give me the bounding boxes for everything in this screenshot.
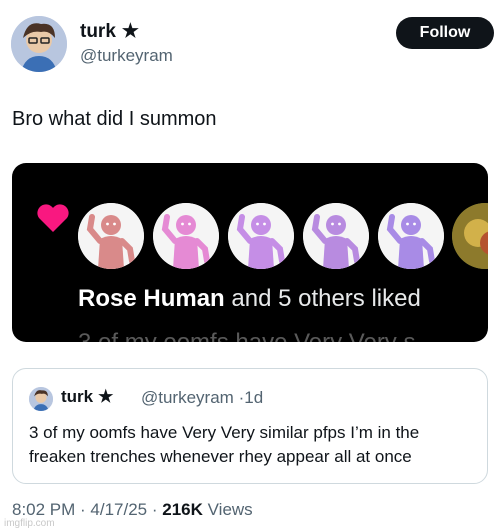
pfp-last-art — [452, 203, 488, 269]
quote-handle-time: @turkeyram ·1d — [141, 388, 263, 408]
author-name[interactable]: turk ★ — [80, 20, 139, 43]
liked-name: Rose Human — [78, 285, 225, 312]
tweet-time[interactable]: 8:02 PM — [12, 500, 75, 519]
liker-pfp — [153, 203, 219, 269]
author-avatar[interactable] — [11, 16, 67, 72]
quote-name-text: turk — [61, 387, 94, 406]
liker-pfp — [378, 203, 444, 269]
follow-button[interactable]: Follow — [396, 17, 494, 49]
tweet-media-image[interactable]: Rose Human and 5 others liked 3 of my oo… — [12, 163, 488, 342]
tweet-meta: 8:02 PM · 4/17/25 · 216K Views — [12, 500, 253, 520]
quote-handle: @turkeyram — [141, 388, 234, 407]
author-handle[interactable]: @turkeyram — [80, 46, 173, 66]
quote-star-icon: ★ — [98, 387, 114, 406]
heart-icon — [37, 204, 69, 232]
liked-by-text: Rose Human and 5 others liked — [78, 285, 421, 313]
quote-text: 3 of my oomfs have Very Very similar pfp… — [29, 423, 420, 466]
quoted-tweet[interactable]: turk ★ @turkeyram ·1d 3 of my oomfs have… — [12, 368, 488, 484]
quote-avatar — [29, 387, 53, 411]
liker-pfp — [78, 203, 144, 269]
author-name-text: turk — [80, 20, 116, 42]
meta-sep-1: · — [75, 500, 91, 519]
tweet-text: Bro what did I summon — [12, 108, 217, 130]
pfp-last — [452, 203, 488, 269]
liked-rest: and 5 others liked — [224, 285, 421, 312]
imgflip-watermark: imgflip.com — [4, 518, 55, 529]
quote-author-name: turk ★ — [61, 387, 113, 407]
meta-sep-2: · — [147, 500, 163, 519]
views-count: 216K — [162, 500, 203, 519]
tweet-date[interactable]: 4/17/25 — [90, 500, 147, 519]
views-label: Views — [202, 500, 253, 519]
liker-pfp — [228, 203, 294, 269]
media-faded-text: 3 of my oomfs have Very Very s — [78, 329, 415, 342]
avatar-art — [11, 16, 67, 72]
liker-pfp — [303, 203, 369, 269]
quote-avatar-art — [29, 387, 53, 411]
quote-time: 1d — [244, 388, 264, 407]
star-icon: ★ — [121, 21, 139, 42]
